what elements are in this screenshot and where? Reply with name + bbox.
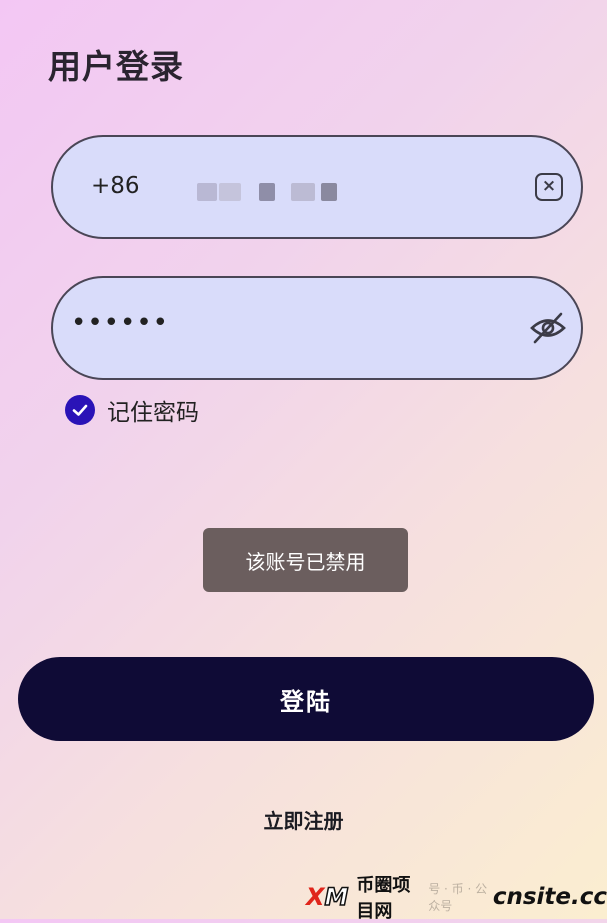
page-title: 用户登录 [48,47,184,86]
watermark-cn-text: 币圈项目网 [356,875,411,922]
phone-field[interactable]: +86 × [51,135,583,239]
watermark-logo: XM [306,882,349,912]
register-link[interactable]: 立即注册 [0,805,607,834]
toast-message: 该账号已禁用 [203,528,408,592]
remember-password-checkbox[interactable]: 记住密码 [65,394,199,426]
watermark: XM 币圈项目网 号 · 币 · 公众号 cnsite.cc [306,875,607,922]
login-button[interactable]: 登陆 [18,657,594,741]
password-value[interactable]: •••••• [71,308,169,338]
masked-phone-number [197,183,343,203]
watermark-faint-text: 号 · 币 · 公众号 [428,882,488,913]
eye-off-icon[interactable] [529,311,567,345]
password-field[interactable]: •••••• [51,276,583,380]
remember-password-label: 记住密码 [107,400,199,426]
country-code[interactable]: +86 [91,173,140,199]
clear-icon[interactable]: × [535,173,563,201]
watermark-site: cnsite.cc [492,884,607,910]
check-icon[interactable] [65,395,95,425]
